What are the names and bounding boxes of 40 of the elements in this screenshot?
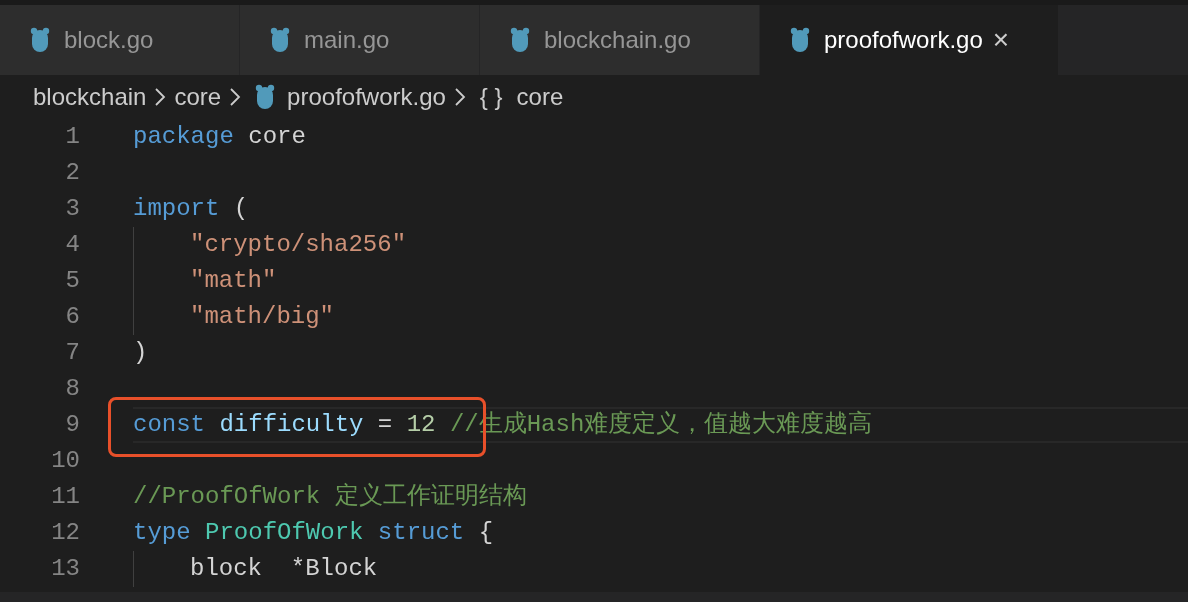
file-type-icon <box>510 27 530 53</box>
line-number: 6 <box>64 302 80 332</box>
code-line: ) <box>133 338 148 368</box>
line-number: 4 <box>64 230 80 260</box>
tab[interactable]: block.go <box>0 5 240 75</box>
code-line: "math" <box>190 266 277 296</box>
tab[interactable]: main.go <box>240 5 480 75</box>
breadcrumb-item[interactable]: core <box>516 79 564 115</box>
chevron-icon <box>229 87 242 107</box>
chevron-icon <box>154 87 167 107</box>
breadcrumb-item[interactable]: blockchain <box>33 79 147 115</box>
file-type-icon <box>30 27 50 53</box>
chevron-icon <box>453 87 466 107</box>
tab[interactable]: proofofwork.go × <box>760 5 1058 75</box>
code-line: "math/big" <box>190 302 335 332</box>
line-number: 8 <box>64 374 80 404</box>
file-type-icon <box>790 27 810 53</box>
code-line: block *Block <box>190 554 378 584</box>
code-line: //ProofOfWork 定义工作证明结构 <box>133 482 527 512</box>
line-number: 10 <box>50 446 80 476</box>
line-number: 13 <box>50 554 80 584</box>
line-number: 12 <box>50 518 80 548</box>
line-number: 2 <box>64 158 80 188</box>
file-type-icon <box>255 84 276 110</box>
code-line: "crypto/sha256" <box>190 230 407 260</box>
line-number: 11 <box>50 482 80 512</box>
close-button[interactable]: × <box>992 26 1010 54</box>
line-number: 9 <box>64 410 80 440</box>
breadcrumb-item[interactable]: proofofwork.go <box>287 79 446 115</box>
line-number: 5 <box>64 266 80 296</box>
line-number: 1 <box>64 122 80 152</box>
code-line: import ( <box>133 194 249 224</box>
symbol-glyph: { } <box>479 82 503 112</box>
breadcrumb-item[interactable]: core <box>174 79 222 115</box>
code-line: package core <box>133 122 306 152</box>
tab[interactable]: blockchain.go <box>480 5 760 75</box>
file-type-icon <box>270 27 290 53</box>
code-line: type ProofOfWork struct { <box>133 518 494 548</box>
line-number: 3 <box>64 194 80 224</box>
line-number: 7 <box>64 338 80 368</box>
